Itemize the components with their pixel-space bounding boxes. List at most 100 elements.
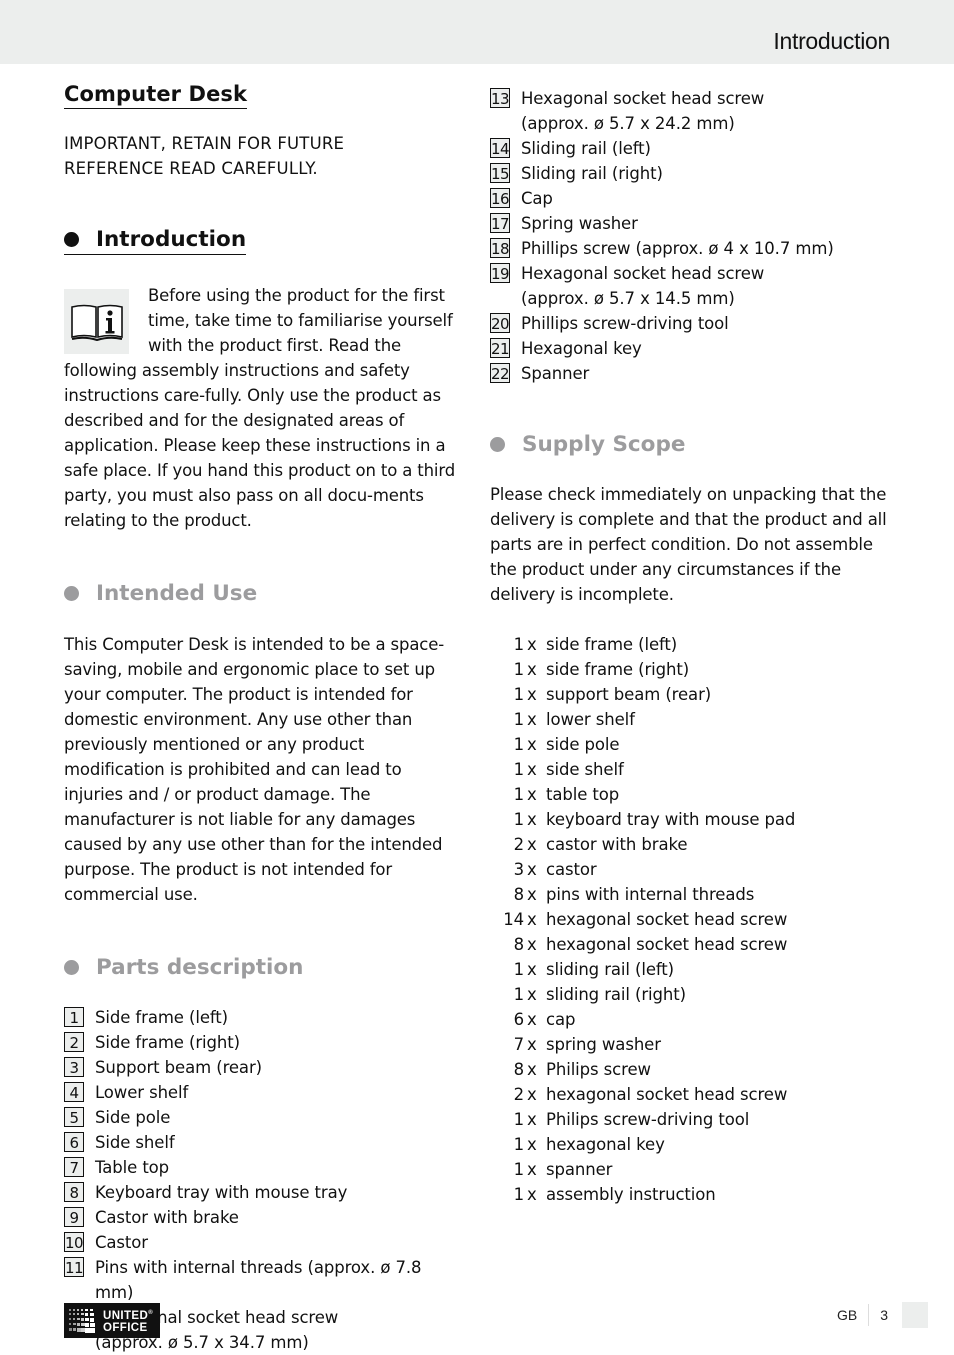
- part-item: 19 Hexagonal socket head screw (approx. ø …: [490, 261, 890, 311]
- supply-quantity: 8: [513, 1060, 525, 1079]
- supply-label: support beam (rear): [546, 685, 712, 704]
- supply-quantity: 1: [513, 985, 525, 1004]
- part-description: Side shelf: [95, 1130, 464, 1155]
- supply-times-sign: x: [527, 885, 537, 904]
- supply-label: sliding rail (right): [546, 985, 686, 1004]
- part-number-badge: 17: [490, 213, 510, 233]
- part-number-badge: 5: [64, 1107, 84, 1127]
- supply-times-sign: x: [527, 1060, 537, 1079]
- part-number-badge: 2: [64, 1032, 84, 1052]
- supply-label: castor with brake: [546, 835, 688, 854]
- intended-use-heading-text: Intended Use: [96, 581, 258, 606]
- supply-label: sliding rail (left): [546, 960, 675, 979]
- left-column: Computer Desk IMPORTANT, RETAIN FOR FUTU…: [64, 82, 464, 1355]
- part-item: 18 Phillips screw (approx. ø 4 x 10.7 mm): [490, 236, 890, 261]
- supply-item: 1 x hexagonal key: [490, 1132, 890, 1157]
- supply-label: pins with internal threads: [546, 885, 755, 904]
- supply-quantity: 1: [513, 1110, 525, 1129]
- book-info-icon: [64, 289, 129, 354]
- supply-quantity: 6: [513, 1010, 525, 1029]
- part-item: 6 Side shelf: [64, 1130, 464, 1155]
- part-description: Pins with internal threads (approx. ø 7.…: [95, 1255, 464, 1305]
- supply-quantity: 2: [513, 1085, 525, 1104]
- supply-label: side frame (right): [546, 660, 690, 679]
- supply-item: 7 x spring washer: [490, 1032, 890, 1057]
- part-item: 5 Side pole: [64, 1105, 464, 1130]
- part-description: Side pole: [95, 1105, 464, 1130]
- introduction-section: Before using the product for the first t…: [64, 283, 464, 533]
- supply-label: side frame (left): [546, 635, 678, 654]
- supply-quantity: 1: [513, 1185, 525, 1204]
- introduction-heading: Introduction: [64, 227, 247, 255]
- supply-scope-heading: Supply Scope: [490, 432, 890, 457]
- part-item: 14 Sliding rail (left): [490, 136, 890, 161]
- supply-quantity: 1: [513, 785, 525, 804]
- part-number-badge: 7: [64, 1157, 84, 1177]
- supply-item: 1 x assembly instruction: [490, 1182, 890, 1207]
- supply-times-sign: x: [527, 1085, 537, 1104]
- supply-item: 1 x side frame (left): [490, 632, 890, 657]
- supply-quantity: 8: [513, 885, 525, 904]
- bullet-dot: [64, 586, 79, 601]
- supply-times-sign: x: [527, 635, 537, 654]
- supply-item: 2 x castor with brake: [490, 832, 890, 857]
- part-label: Spanner: [521, 364, 590, 383]
- supply-quantity: 1: [513, 960, 525, 979]
- supply-times-sign: x: [527, 760, 537, 779]
- supply-item: 2 x hexagonal socket head screw: [490, 1082, 890, 1107]
- supply-item: 1 x Philips screw-driving tool: [490, 1107, 890, 1132]
- part-item: 17 Spring washer: [490, 211, 890, 236]
- part-label: Sliding rail (left): [521, 139, 651, 158]
- logo-line-2: OFFICE: [103, 1321, 148, 1334]
- supply-label: hexagonal socket head screw: [546, 910, 788, 929]
- supply-quantity: 3: [513, 860, 525, 879]
- supply-times-sign: x: [527, 985, 537, 1004]
- supply-quantity: 1: [513, 1135, 525, 1154]
- part-label: Pins with internal threads (approx. ø 7.…: [95, 1258, 422, 1302]
- logo-wordmark: UNITED® OFFICE: [103, 1307, 153, 1334]
- supply-label: cap: [546, 1010, 576, 1029]
- supply-label: side pole: [546, 735, 620, 754]
- part-item: 16 Cap: [490, 186, 890, 211]
- part-description: Table top: [95, 1155, 464, 1180]
- supply-quantity: 1: [513, 735, 525, 754]
- part-label: Side shelf: [95, 1133, 175, 1152]
- parts-description-heading: Parts description: [64, 955, 464, 980]
- right-column: 13 Hexagonal socket head screw (approx. ø …: [490, 86, 890, 1207]
- part-item: 20 Phillips screw-driving tool: [490, 311, 890, 336]
- supply-item: 3 x castor: [490, 857, 890, 882]
- bullet-dot: [64, 960, 79, 975]
- logo-line-1: UNITED: [103, 1309, 149, 1322]
- part-item: 8 Keyboard tray with mouse tray: [64, 1180, 464, 1205]
- part-label: Side frame (right): [95, 1033, 240, 1052]
- part-label: Hexagonal key: [521, 339, 642, 358]
- supply-label: Philips screw: [546, 1060, 651, 1079]
- supply-times-sign: x: [527, 1010, 537, 1029]
- part-label: Hexagonal socket head screw: [521, 89, 765, 108]
- supply-quantity: 1: [513, 760, 525, 779]
- part-item: 15 Sliding rail (right): [490, 161, 890, 186]
- part-item: 22 Spanner: [490, 361, 890, 386]
- supply-item: 1 x support beam (rear): [490, 682, 890, 707]
- part-number-badge: 14: [490, 138, 510, 158]
- supply-item: 1 x side frame (right): [490, 657, 890, 682]
- supply-label: castor: [546, 860, 597, 879]
- running-header-title: Introduction: [773, 28, 890, 54]
- supply-times-sign: x: [527, 960, 537, 979]
- supply-item: 8 x hexagonal socket head screw: [490, 932, 890, 957]
- part-item: 4 Lower shelf: [64, 1080, 464, 1105]
- supply-label: hexagonal socket head screw: [546, 1085, 788, 1104]
- part-label: Table top: [95, 1158, 170, 1177]
- supply-quantity: 7: [513, 1035, 525, 1054]
- part-item: 3 Support beam (rear): [64, 1055, 464, 1080]
- supply-times-sign: x: [527, 835, 537, 854]
- part-description: Side frame (left): [95, 1005, 464, 1030]
- supply-quantity: 1: [513, 660, 525, 679]
- supply-times-sign: x: [527, 860, 537, 879]
- supply-scope-list: 1 x side frame (left) 1 x side frame (right) 1…: [490, 632, 890, 1207]
- part-label: Lower shelf: [95, 1083, 189, 1102]
- supply-times-sign: x: [527, 685, 537, 704]
- part-number-badge: 8: [64, 1182, 84, 1202]
- supply-times-sign: x: [527, 785, 537, 804]
- part-number-badge: 19: [490, 263, 510, 283]
